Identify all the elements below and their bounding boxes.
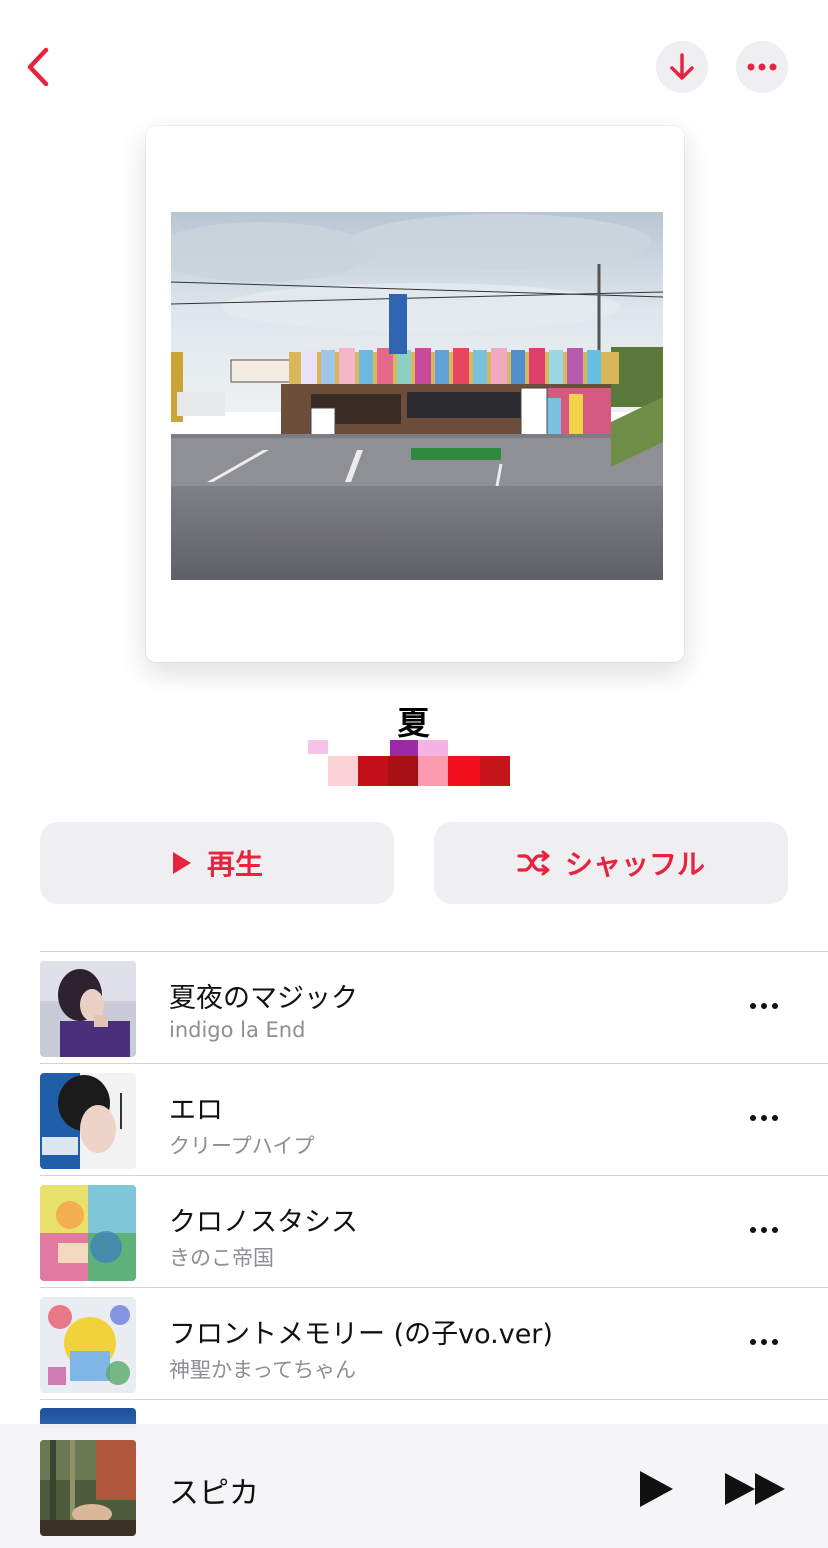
track-divider	[40, 1399, 828, 1400]
shuffle-icon	[517, 850, 550, 876]
mini-play-icon[interactable]	[636, 1468, 676, 1510]
album-artwork	[146, 126, 684, 662]
track-artist: 神聖かまってちゃん	[169, 1358, 357, 1382]
track-more-icon[interactable]	[746, 1330, 782, 1354]
track-row[interactable]: 夏夜のマジック indigo la End	[40, 951, 828, 1063]
track-artwork	[40, 1297, 136, 1393]
track-artwork	[40, 1185, 136, 1281]
track-title: フロントメモリー (の子vo.ver)	[169, 1319, 553, 1350]
shuffle-label: シャッフル	[564, 848, 705, 881]
mini-player[interactable]: スピカ	[0, 1424, 828, 1548]
play-icon	[172, 852, 191, 874]
track-row[interactable]: エロ クリープハイプ	[40, 1063, 828, 1175]
fast-forward-icon[interactable]	[722, 1468, 788, 1510]
track-title: エロ	[169, 1095, 223, 1126]
album-page: 夏 再生 シャッフル 夏夜のマジック indigo la End エロ クリープ…	[0, 0, 828, 1548]
track-artwork	[40, 1073, 136, 1169]
arrow-down-icon	[670, 53, 694, 80]
track-row[interactable]: クロノスタシス きのこ帝国	[40, 1175, 828, 1287]
play-label: 再生	[206, 848, 263, 881]
track-artwork	[40, 961, 136, 1057]
track-list: 夏夜のマジック indigo la End エロ クリープハイプ クロノスタシス…	[40, 951, 828, 1400]
track-more-icon[interactable]	[746, 1106, 782, 1130]
track-artist: クリープハイプ	[169, 1134, 315, 1158]
track-artist: きのこ帝国	[169, 1246, 274, 1270]
now-playing-title: スピカ	[169, 1476, 259, 1511]
play-button[interactable]: 再生	[40, 822, 394, 904]
artwork-photo	[171, 212, 663, 580]
artist-name-mosaic[interactable]	[308, 740, 512, 788]
track-row[interactable]: フロントメモリー (の子vo.ver) 神聖かまってちゃん	[40, 1287, 828, 1399]
track-artist: indigo la End	[169, 1018, 306, 1042]
track-more-icon[interactable]	[746, 1218, 782, 1242]
track-title: クロノスタシス	[169, 1207, 358, 1238]
track-title: 夏夜のマジック	[169, 983, 358, 1014]
download-button[interactable]	[656, 41, 708, 93]
ellipsis-icon	[747, 63, 777, 71]
album-title: 夏	[397, 704, 431, 742]
back-button[interactable]	[18, 42, 62, 90]
shuffle-button[interactable]: シャッフル	[434, 822, 788, 904]
chevron-left-icon	[27, 47, 49, 87]
now-playing-artwork	[40, 1440, 136, 1536]
more-options-button[interactable]	[736, 41, 788, 93]
track-more-icon[interactable]	[746, 994, 782, 1018]
